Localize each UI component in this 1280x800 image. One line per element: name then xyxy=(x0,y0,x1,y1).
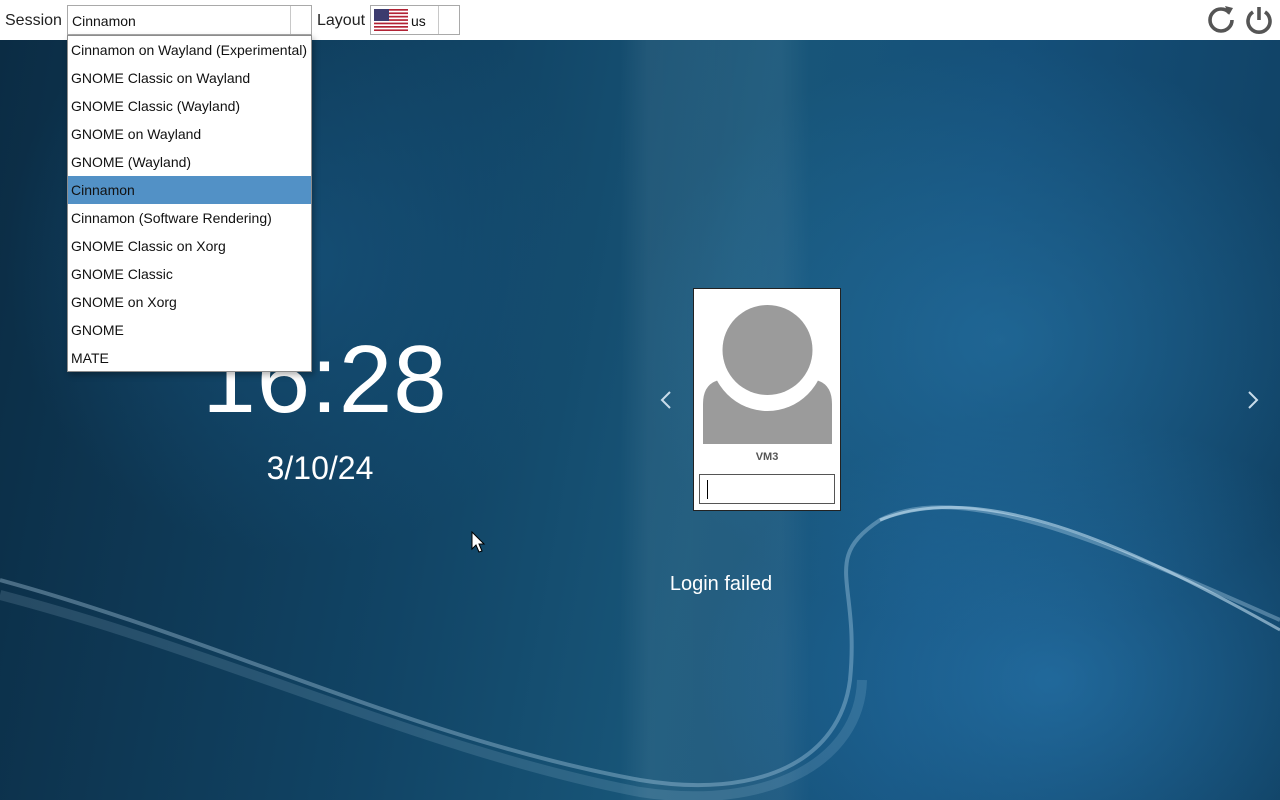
top-bar: Session Cinnamon Layout us xyxy=(0,0,1280,40)
session-option[interactable]: GNOME Classic xyxy=(68,260,311,288)
restart-icon[interactable] xyxy=(1205,4,1237,36)
username-label: VM3 xyxy=(755,451,779,463)
session-option[interactable]: GNOME Classic on Wayland xyxy=(68,64,311,92)
layout-combobox-arrow[interactable] xyxy=(438,6,459,34)
session-option[interactable]: GNOME (Wayland) xyxy=(68,148,311,176)
session-option[interactable]: GNOME Classic on Xorg xyxy=(68,232,311,260)
session-option[interactable]: GNOME on Wayland xyxy=(68,120,311,148)
session-option[interactable]: MATE xyxy=(68,344,311,372)
chevron-right-icon[interactable] xyxy=(1245,388,1261,412)
session-combobox-value: Cinnamon xyxy=(72,13,136,29)
session-dropdown-list: Cinnamon on Wayland (Experimental) GNOME… xyxy=(67,35,312,372)
user-avatar-icon xyxy=(703,297,832,444)
power-icon[interactable] xyxy=(1243,4,1275,36)
text-caret xyxy=(707,480,708,499)
session-option[interactable]: Cinnamon (Software Rendering) xyxy=(68,204,311,232)
session-label: Session xyxy=(5,12,62,29)
clock-date: 3/10/24 xyxy=(266,450,374,486)
session-option[interactable]: GNOME Classic (Wayland) xyxy=(68,92,311,120)
chevron-left-icon[interactable] xyxy=(658,388,674,412)
layout-label: Layout xyxy=(317,12,366,29)
session-option[interactable]: GNOME on Xorg xyxy=(68,288,311,316)
session-option[interactable]: GNOME xyxy=(68,316,311,344)
session-combobox-arrow[interactable] xyxy=(290,6,311,34)
password-input[interactable] xyxy=(699,474,835,504)
mouse-pointer-icon xyxy=(471,531,486,553)
layout-combobox[interactable]: us xyxy=(370,5,460,35)
session-combobox[interactable]: Cinnamon xyxy=(67,5,312,35)
user-card[interactable]: VM3 xyxy=(693,288,841,511)
session-option-selected[interactable]: Cinnamon xyxy=(68,176,311,204)
us-flag-icon xyxy=(374,9,408,31)
layout-combobox-value: us xyxy=(411,13,426,29)
session-option[interactable]: Cinnamon on Wayland (Experimental) xyxy=(68,36,311,64)
login-status-message: Login failed xyxy=(669,573,773,595)
